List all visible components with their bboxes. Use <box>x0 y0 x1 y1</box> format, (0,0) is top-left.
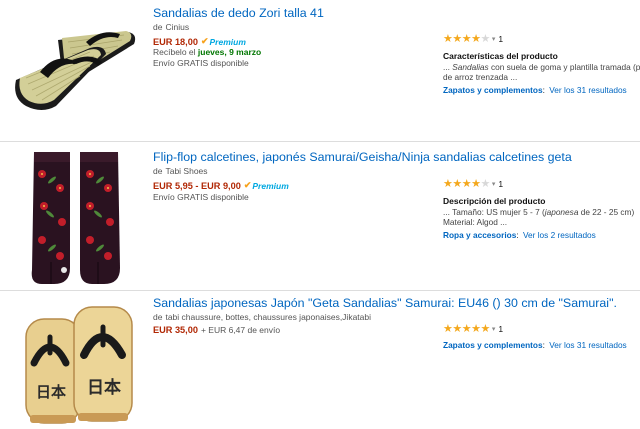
chevron-down-icon[interactable]: ▾ <box>492 325 496 333</box>
product-image-zori-sandals[interactable] <box>10 22 140 112</box>
description-heading: Descripción del producto <box>443 196 546 206</box>
product-image-tabi-socks[interactable] <box>28 150 128 286</box>
rating-stars[interactable]: ★ ★ ★ ★ ★ ▾ 1 <box>443 177 503 190</box>
rating-stars[interactable]: ★ ★ ★ ★ ★ ▾ 1 <box>443 322 503 335</box>
category-row: Zapatos y complementos: Ver los 31 resul… <box>443 85 627 95</box>
star-icon: ★ <box>471 323 481 335</box>
description-line: Material: Algod ... <box>443 217 507 227</box>
star-icon: ★ <box>461 178 472 190</box>
prime-badge: ✔ Premium <box>244 180 289 191</box>
description-line: ... Tamaño: US mujer 5 - 7 (japonesa de … <box>443 207 634 217</box>
byline-label: de <box>153 22 163 32</box>
product-byline: de Tabi Shoes <box>153 166 208 176</box>
star-empty-icon: ★ <box>480 33 491 45</box>
category-name-link[interactable]: Ropa y accesorios <box>443 230 516 240</box>
star-icon: ★ <box>452 33 462 45</box>
brand-name: Tabi Shoes <box>165 166 208 176</box>
star-icon: ★ <box>471 178 481 190</box>
star-empty-icon: ★ <box>480 178 491 190</box>
delivery-line: Recíbelo el jueves, 9 marzo <box>153 47 261 57</box>
star-icon: ★ <box>452 178 462 190</box>
star-icon: ★ <box>452 323 462 335</box>
star-icon: ★ <box>471 33 481 45</box>
delivery-date: jueves, 9 marzo <box>197 47 262 57</box>
desc-emphasis: japonesa <box>544 207 579 217</box>
desc-text: de arroz trenzada ... <box>443 72 518 82</box>
star-icon: ★ <box>461 33 472 45</box>
byline-label: de <box>153 166 163 176</box>
product-byline: de Cinius <box>153 22 189 32</box>
star-icon: ★ <box>443 178 453 190</box>
product-title-link[interactable]: Sandalias de dedo Zori talla 41 <box>153 6 324 20</box>
description-line: ... Sandalias con suela de goma y planti… <box>443 62 640 72</box>
desc-text: ... Tamaño: US mujer 5 - 7 ( <box>443 207 545 217</box>
desc-text: Material: Algod ... <box>443 217 508 227</box>
shipping-fee: + EUR 6,47 de envío <box>200 325 281 335</box>
geta-kanji-right: 日本 <box>87 377 121 398</box>
shipping-info: Envío GRATIS disponible <box>153 58 249 68</box>
chevron-down-icon[interactable]: ▾ <box>492 35 496 43</box>
desc-text: de 22 - 25 cm) <box>578 207 635 217</box>
search-result-1: Sandalias de dedo Zori talla 41 de Cinius… <box>0 0 640 140</box>
shipping-info: Envío GRATIS disponible <box>153 192 249 202</box>
product-image-geta-sandals[interactable]: 日本 日本 <box>20 297 140 429</box>
product-title-link[interactable]: Sandalias japonesas Japón "Geta Sandalia… <box>153 296 617 310</box>
star-icon: ★ <box>461 323 472 335</box>
category-name-link[interactable]: Zapatos y complementos <box>443 340 543 350</box>
product-byline: de tabi chaussure, bottes, chaussures jap… <box>153 312 371 322</box>
category-results-link[interactable]: Ver los 31 resultados <box>549 85 626 95</box>
category-row: Ropa y accesorios: Ver los 2 resultados <box>443 230 596 240</box>
description-heading: Características del producto <box>443 51 558 61</box>
prime-check-icon: ✔ <box>200 36 209 46</box>
chevron-down-icon[interactable]: ▾ <box>492 180 496 188</box>
review-count[interactable]: 1 <box>498 179 503 189</box>
review-count[interactable]: 1 <box>498 324 503 334</box>
search-result-3: 日本 日本 Sandalias japonesas Japón "Geta Sa… <box>0 291 640 429</box>
geta-kanji-left: 日本 <box>36 383 66 401</box>
price[interactable]: EUR 18,00 <box>153 37 198 47</box>
category-row: Zapatos y complementos: Ver los 31 resul… <box>443 340 627 350</box>
star-icon: ★ <box>443 323 453 335</box>
star-icon: ★ <box>480 323 491 335</box>
brand-name: Cinius <box>165 22 190 32</box>
star-icon: ★ <box>443 33 453 45</box>
description-line: de arroz trenzada ... <box>443 72 517 82</box>
price-row: EUR 18,00 ✔ Premium <box>153 36 246 47</box>
delivery-prefix: Recíbelo el <box>153 47 196 57</box>
desc-text: ... <box>443 62 453 72</box>
product-title-link[interactable]: Flip-flop calcetines, japonés Samurai/Ge… <box>153 150 572 164</box>
price[interactable]: EUR 35,00 <box>153 325 198 335</box>
prime-check-icon: ✔ <box>243 180 252 190</box>
rating-stars[interactable]: ★ ★ ★ ★ ★ ▾ 1 <box>443 32 503 45</box>
category-results-link[interactable]: Ver los 31 resultados <box>549 340 626 350</box>
price-row: EUR 5,95 - EUR 9,00 ✔ Premium <box>153 180 289 191</box>
price-row: EUR 35,00 + EUR 6,47 de envío <box>153 325 280 335</box>
byline-label: de <box>153 312 163 322</box>
brand-name: tabi chaussure, bottes, chaussures japon… <box>165 312 372 322</box>
search-result-2: Flip-flop calcetines, japonés Samurai/Ge… <box>0 142 640 290</box>
desc-text: con suela de goma y plantilla tramada (p… <box>488 62 640 72</box>
price[interactable]: EUR 5,95 - EUR 9,00 <box>153 181 241 191</box>
category-results-link[interactable]: Ver los 2 resultados <box>523 230 596 240</box>
desc-emphasis: Sandalias <box>452 62 489 72</box>
prime-label: Premium <box>252 180 289 191</box>
prime-badge: ✔ Premium <box>201 36 246 47</box>
prime-label: Premium <box>209 36 246 47</box>
review-count[interactable]: 1 <box>498 34 503 44</box>
category-name-link[interactable]: Zapatos y complementos <box>443 85 543 95</box>
